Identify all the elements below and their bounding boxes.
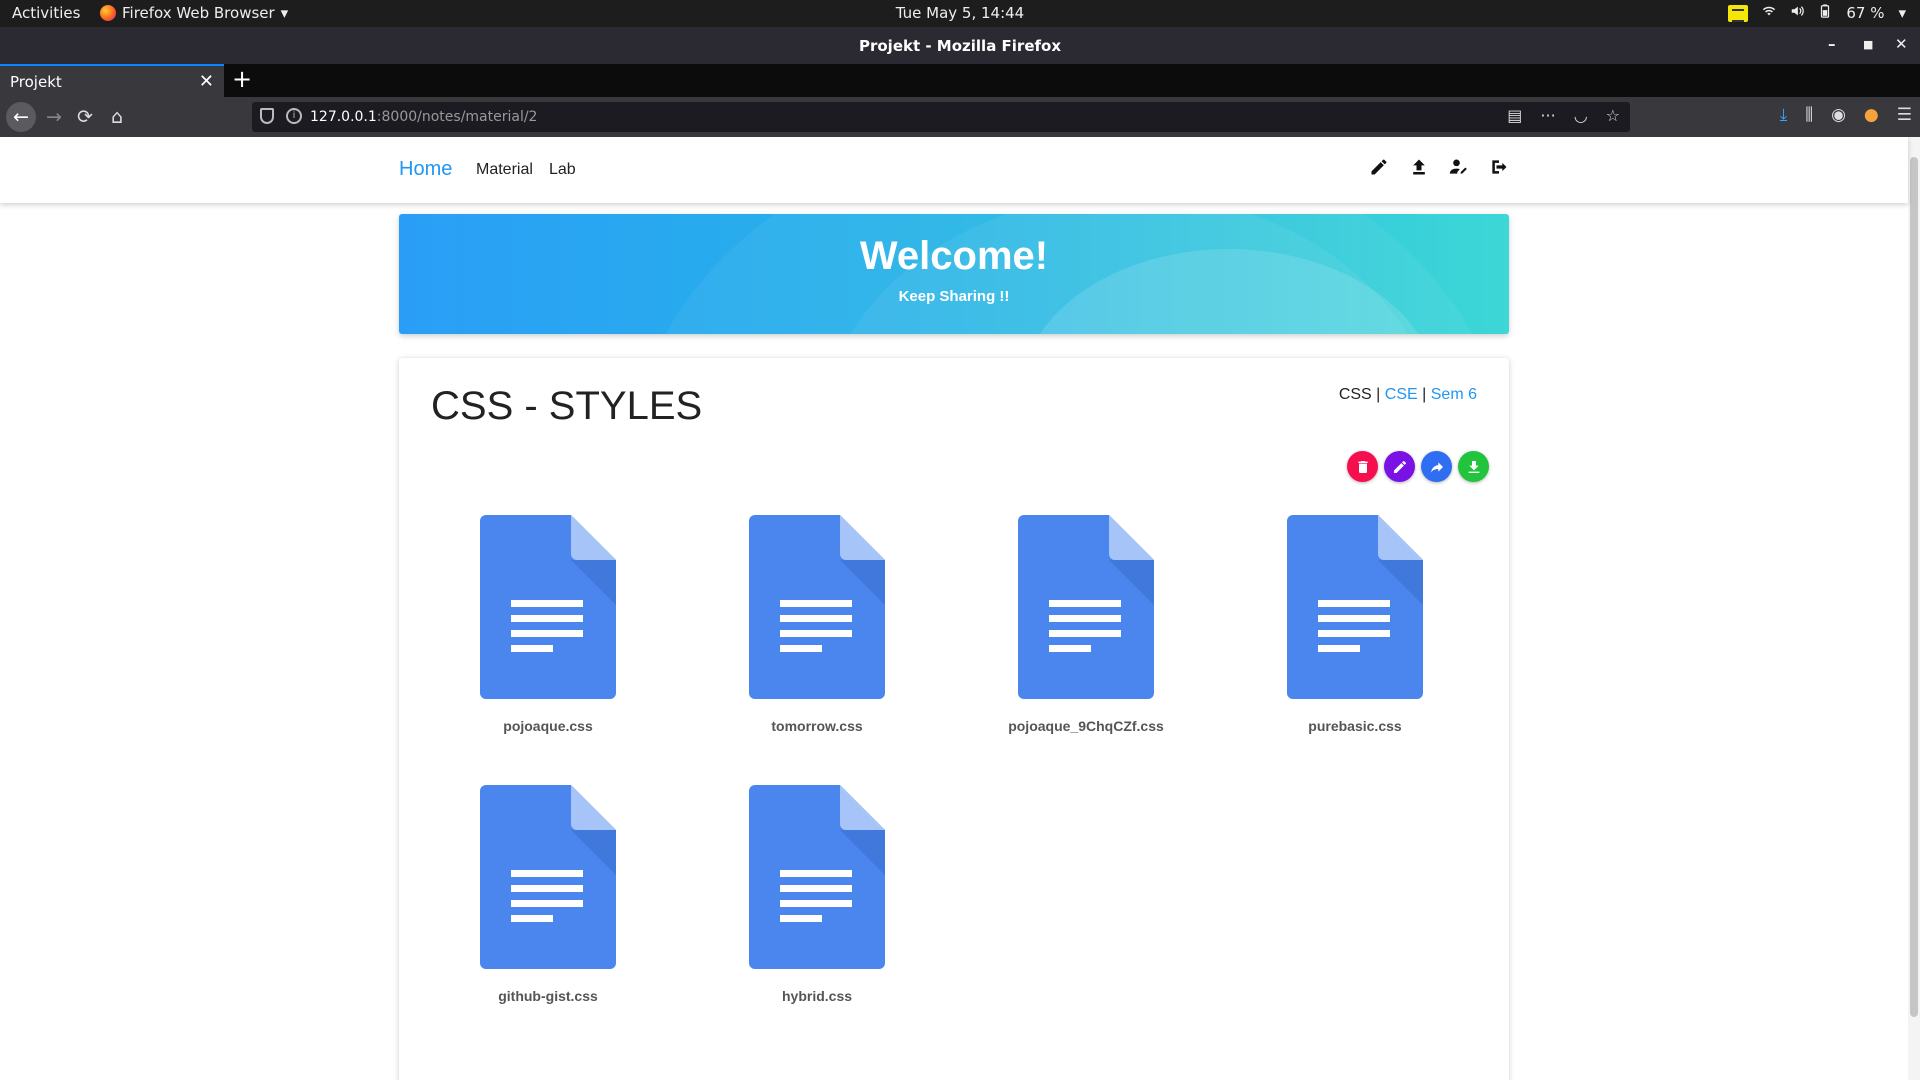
firefox-logo-icon <box>100 5 116 21</box>
new-tab-button[interactable]: + <box>232 65 252 93</box>
library-icon[interactable]: ⫼ <box>1805 105 1813 125</box>
document-icon <box>1287 515 1423 699</box>
nav-material-link[interactable]: Material <box>476 161 533 179</box>
volume-icon <box>1790 4 1805 22</box>
home-link[interactable]: Home <box>399 158 452 181</box>
logout-icon[interactable] <box>1489 157 1509 182</box>
banner-title: Welcome! <box>859 234 1049 278</box>
tab-strip: Projekt ✕ + <box>0 64 1920 97</box>
tag-cse-link[interactable]: CSE <box>1385 386 1418 403</box>
app-menu[interactable]: Firefox Web Browser ▾ <box>100 4 288 22</box>
document-icon <box>480 785 616 969</box>
downloads-icon[interactable]: ⤓ <box>1780 105 1788 125</box>
clock[interactable]: Tue May 5, 14:44 <box>896 4 1024 22</box>
site-info-icon[interactable]: i <box>286 108 302 124</box>
document-icon <box>1018 515 1154 699</box>
file-item[interactable]: purebasic.css <box>1235 515 1475 765</box>
nav-toolbar: ← → ⟳ ⌂ i 127.0.0.1:8000/notes/material/… <box>0 97 1920 137</box>
file-item[interactable]: tomorrow.css <box>697 515 937 765</box>
close-tab-icon[interactable]: ✕ <box>199 71 214 92</box>
banner-subtitle: Keep Sharing !! <box>898 288 1010 305</box>
maximize-icon[interactable]: ■ <box>1863 38 1873 51</box>
share-icon <box>1430 461 1443 472</box>
site-navbar: Home Material Lab <box>0 137 1908 203</box>
back-button[interactable]: ← <box>6 102 36 132</box>
file-item[interactable]: github-gist.css <box>428 785 668 1035</box>
download-button[interactable] <box>1458 451 1489 482</box>
file-item[interactable]: hybrid.css <box>697 785 937 1035</box>
activities-button[interactable]: Activities <box>12 4 80 22</box>
battery-icon <box>1818 4 1832 22</box>
battery-percent: 67 % <box>1846 4 1885 22</box>
file-item[interactable]: pojoaque_9ChqCZf.css <box>966 515 1206 765</box>
tag-css: CSS <box>1338 386 1372 403</box>
wifi-icon <box>1762 4 1776 22</box>
file-name[interactable]: purebasic.css <box>1235 718 1475 734</box>
file-name[interactable]: tomorrow.css <box>697 718 937 734</box>
file-item[interactable]: pojoaque.css <box>428 515 668 765</box>
material-title: CSS - STYLES <box>431 384 703 428</box>
close-window-icon[interactable]: ✕ <box>1895 35 1908 53</box>
pocket-icon[interactable]: ◡ <box>1574 106 1588 125</box>
pencil-icon <box>1393 460 1406 473</box>
file-name[interactable]: pojoaque.css <box>428 718 668 734</box>
user-edit-icon[interactable] <box>1449 157 1469 182</box>
trash-icon <box>1357 460 1368 473</box>
window-titlebar: Projekt - Mozilla Firefox – ■ ✕ <box>0 27 1920 64</box>
delete-button[interactable] <box>1347 451 1378 482</box>
system-top-bar: Activities Firefox Web Browser ▾ Tue May… <box>0 0 1920 27</box>
address-bar[interactable]: i 127.0.0.1:8000/notes/material/2 ▤ ··· … <box>252 102 1630 132</box>
material-tags: CSS | CSE | Sem 6 <box>1338 386 1477 403</box>
bookmark-star-icon[interactable]: ☆ <box>1606 106 1620 125</box>
material-card: CSS - STYLES CSS | CSE | Sem 6 pojoaque.… <box>399 358 1509 1080</box>
upload-icon[interactable] <box>1409 157 1429 182</box>
app-menu-label: Firefox Web Browser <box>122 4 275 22</box>
file-name[interactable]: pojoaque_9ChqCZf.css <box>966 718 1206 734</box>
document-icon <box>480 515 616 699</box>
extension-icon[interactable]: ● <box>1864 105 1879 125</box>
tracking-shield-icon[interactable] <box>260 108 274 124</box>
caret-down-icon: ▾ <box>280 4 289 22</box>
material-actions <box>1347 451 1489 482</box>
web-page: Home Material Lab Welcome! Keep Sharing … <box>0 137 1920 1080</box>
welcome-banner: Welcome! Keep Sharing !! <box>399 214 1509 334</box>
system-tray[interactable]: 67 % ▾ <box>1728 4 1906 22</box>
account-icon[interactable]: ◉ <box>1831 105 1846 125</box>
tag-sem-link[interactable]: Sem 6 <box>1431 386 1477 403</box>
document-icon <box>749 785 885 969</box>
share-button[interactable] <box>1421 451 1452 482</box>
page-actions-icon[interactable]: ··· <box>1540 106 1555 125</box>
hamburger-menu-icon[interactable]: ☰ <box>1897 105 1912 125</box>
url-text: 127.0.0.1:8000/notes/material/2 <box>310 109 538 125</box>
file-name[interactable]: github-gist.css <box>428 988 668 1004</box>
pencil-icon[interactable] <box>1369 157 1389 182</box>
scrollbar-thumb[interactable] <box>1910 157 1918 1017</box>
reader-view-icon[interactable]: ▤ <box>1507 106 1522 125</box>
nav-lab-link[interactable]: Lab <box>549 161 576 179</box>
download-icon <box>1468 460 1479 473</box>
caret-down-icon: ▾ <box>1898 4 1906 22</box>
forward-button[interactable]: → <box>40 104 68 130</box>
edit-button[interactable] <box>1384 451 1415 482</box>
notes-indicator-icon[interactable] <box>1728 4 1749 22</box>
tab-label: Projekt <box>10 73 62 91</box>
home-button[interactable]: ⌂ <box>103 104 131 130</box>
file-name[interactable]: hybrid.css <box>697 988 937 1004</box>
window-title: Projekt - Mozilla Firefox <box>858 37 1062 55</box>
reload-button[interactable]: ⟳ <box>71 104 99 130</box>
scrollbar[interactable] <box>1908 137 1920 1080</box>
tab-projekt[interactable]: Projekt ✕ <box>0 64 224 97</box>
minimize-icon[interactable]: – <box>1828 35 1836 53</box>
document-icon <box>749 515 885 699</box>
